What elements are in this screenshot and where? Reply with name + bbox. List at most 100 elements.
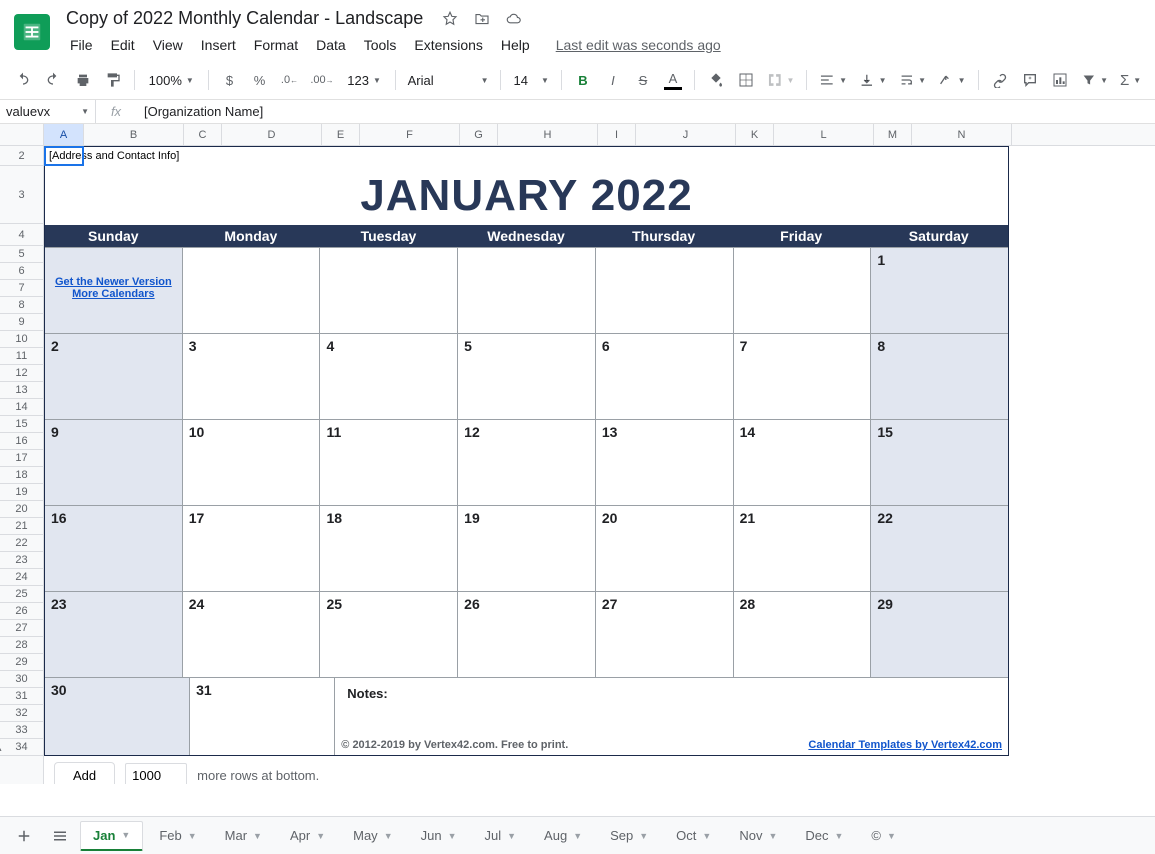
column-header[interactable]: J <box>636 124 736 145</box>
star-icon[interactable] <box>441 10 459 28</box>
menu-insert[interactable]: Insert <box>193 33 244 57</box>
sheet-tab[interactable]: Aug▼ <box>532 821 594 851</box>
calendar-cell[interactable]: 3 <box>183 334 321 419</box>
column-header[interactable]: C <box>184 124 222 145</box>
undo-button[interactable] <box>10 67 36 93</box>
column-header[interactable]: E <box>322 124 360 145</box>
row-header[interactable]: 12 <box>0 365 43 382</box>
calendar-cell[interactable]: 21 <box>734 506 872 591</box>
row-header[interactable]: 20 <box>0 501 43 518</box>
calendar-cell[interactable] <box>183 248 321 333</box>
select-all-corner[interactable] <box>0 124 44 145</box>
filter-button[interactable]: ▼ <box>1077 67 1113 93</box>
row-header[interactable]: 30 <box>0 671 43 688</box>
calendar-cell[interactable]: 29 <box>871 592 1008 677</box>
calendar-cell[interactable]: 8 <box>871 334 1008 419</box>
name-box[interactable]: valuevx▼ <box>0 100 96 123</box>
row-header[interactable]: 19 <box>0 484 43 501</box>
add-rows-input[interactable] <box>125 763 187 784</box>
calendar-cell[interactable]: 7 <box>734 334 872 419</box>
calendar-cell[interactable]: 30 <box>45 678 190 755</box>
zoom-select[interactable]: 100%▼ <box>143 67 200 93</box>
calendar-cell[interactable] <box>458 248 596 333</box>
menu-format[interactable]: Format <box>246 33 306 57</box>
address-cell[interactable]: [Address and Contact Info] <box>45 147 1008 167</box>
add-rows-button[interactable]: Add <box>54 762 115 784</box>
font-select[interactable]: Arial▼ <box>404 67 493 93</box>
column-header[interactable]: L <box>774 124 874 145</box>
redo-button[interactable] <box>40 67 66 93</box>
h-align-button[interactable]: ▼ <box>815 67 851 93</box>
percent-button[interactable]: % <box>247 67 273 93</box>
calendar-cell[interactable]: 22 <box>871 506 1008 591</box>
row-header[interactable]: 16 <box>0 433 43 450</box>
formula-bar[interactable]: [Organization Name] <box>136 104 1155 119</box>
calendar-cell[interactable]: 31 <box>190 678 335 755</box>
row-header[interactable]: 31 <box>0 688 43 705</box>
rotate-button[interactable]: ▼ <box>934 67 970 93</box>
sheet-tab[interactable]: Jan▼ <box>80 821 143 851</box>
comment-button[interactable] <box>1017 67 1043 93</box>
calendar-cell[interactable] <box>734 248 872 333</box>
all-sheets-button[interactable] <box>44 821 76 851</box>
column-header[interactable]: D <box>222 124 322 145</box>
functions-button[interactable]: Σ▼ <box>1116 67 1145 93</box>
row-header[interactable]: 13 <box>0 382 43 399</box>
menu-data[interactable]: Data <box>308 33 354 57</box>
calendar-cell[interactable]: 17 <box>183 506 321 591</box>
paint-format-button[interactable] <box>100 67 126 93</box>
row-header[interactable]: 11 <box>0 348 43 365</box>
print-button[interactable] <box>70 67 96 93</box>
sheet-tab[interactable]: May▼ <box>341 821 404 851</box>
calendar-cell[interactable]: 5 <box>458 334 596 419</box>
menu-extensions[interactable]: Extensions <box>406 33 490 57</box>
borders-button[interactable] <box>733 67 759 93</box>
sheet-tab[interactable]: Nov▼ <box>727 821 789 851</box>
row-header[interactable]: 15 <box>0 416 43 433</box>
calendar-cell[interactable] <box>320 248 458 333</box>
strikethrough-button[interactable]: S <box>630 67 656 93</box>
row-header[interactable]: 28 <box>0 637 43 654</box>
more-calendars-link[interactable]: More Calendars <box>51 288 176 300</box>
row-header[interactable]: 22 <box>0 535 43 552</box>
row-header[interactable]: 18 <box>0 467 43 484</box>
bold-button[interactable]: B <box>570 67 596 93</box>
row-header[interactable]: 7 <box>0 280 43 297</box>
row-header[interactable]: 9 <box>0 314 43 331</box>
currency-button[interactable]: $ <box>217 67 243 93</box>
menu-view[interactable]: View <box>145 33 191 57</box>
column-header[interactable]: H <box>498 124 598 145</box>
row-header[interactable]: 3 <box>0 166 43 224</box>
link-button[interactable] <box>987 67 1013 93</box>
sheet-tab[interactable]: Mar▼ <box>213 821 274 851</box>
menu-file[interactable]: File <box>62 33 101 57</box>
calendar-cell[interactable]: 24 <box>183 592 321 677</box>
increase-decimal-button[interactable]: .00→ <box>307 67 338 93</box>
calendar-cell[interactable]: 6 <box>596 334 734 419</box>
row-header[interactable]: 27 <box>0 620 43 637</box>
wrap-button[interactable]: ▼ <box>895 67 931 93</box>
newer-version-link[interactable]: Get the Newer Version <box>51 276 176 288</box>
doc-title[interactable]: Copy of 2022 Monthly Calendar - Landscap… <box>62 6 427 31</box>
calendar-cell[interactable]: Get the Newer VersionMore Calendars <box>45 248 183 333</box>
row-header[interactable]: 34 <box>0 739 43 756</box>
decrease-decimal-button[interactable]: .0← <box>277 67 303 93</box>
calendar-cell[interactable]: 11 <box>320 420 458 505</box>
font-size-select[interactable]: 14▼ <box>509 67 553 93</box>
row-header[interactable]: 14 <box>0 399 43 416</box>
row-header[interactable]: 2 <box>0 146 43 166</box>
sheet-tab[interactable]: Oct▼ <box>664 821 723 851</box>
calendar-title[interactable]: JANUARY 2022 <box>45 167 1008 225</box>
move-icon[interactable] <box>473 10 491 28</box>
calendar-cell[interactable]: 15 <box>871 420 1008 505</box>
menu-tools[interactable]: Tools <box>356 33 405 57</box>
calendar-cell[interactable]: 26 <box>458 592 596 677</box>
row-header[interactable]: 26 <box>0 603 43 620</box>
last-edit-link[interactable]: Last edit was seconds ago <box>556 37 721 53</box>
sheet-tab[interactable]: Apr▼ <box>278 821 337 851</box>
row-header[interactable]: 25 <box>0 586 43 603</box>
calendar-cell[interactable] <box>596 248 734 333</box>
calendar-cell[interactable]: 27 <box>596 592 734 677</box>
chart-button[interactable] <box>1047 67 1073 93</box>
calendar-cell[interactable]: 19 <box>458 506 596 591</box>
